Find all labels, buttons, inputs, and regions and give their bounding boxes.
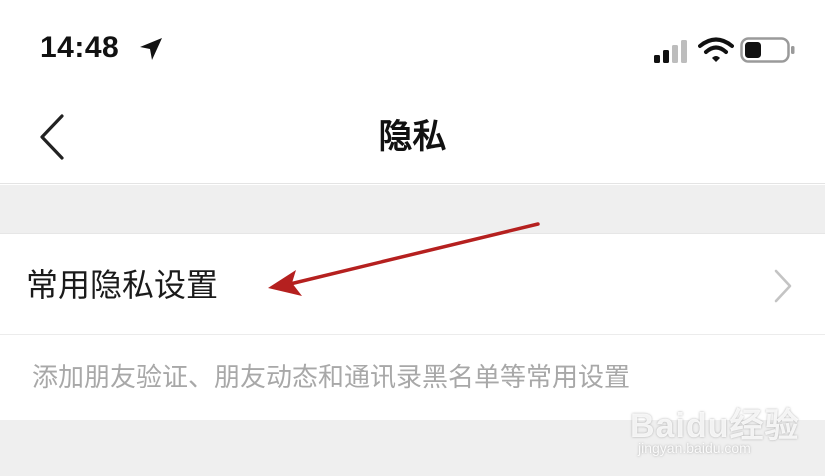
section-gap <box>0 185 825 233</box>
baidu-watermark: Baidu经验 jingyan.baidu.com <box>630 398 800 468</box>
status-bar: 14:48 <box>0 0 825 90</box>
description-text: 添加朋友验证、朋友动态和通讯录黑名单等常用设置 <box>32 363 631 393</box>
nav-bar: 隐私 <box>0 90 825 184</box>
battery-icon <box>740 37 795 63</box>
location-arrow-icon <box>140 38 162 60</box>
chevron-right-icon <box>774 269 792 303</box>
page-title: 隐私 <box>378 117 447 157</box>
back-button[interactable] <box>30 112 76 162</box>
chevron-left-icon <box>40 114 64 160</box>
wifi-icon <box>698 37 734 62</box>
common-privacy-settings-row[interactable]: 常用隐私设置 <box>0 233 825 335</box>
watermark-url: jingyan.baidu.com <box>638 440 751 456</box>
status-time: 14:48 <box>40 31 120 64</box>
row-label: 常用隐私设置 <box>26 266 219 304</box>
cellular-signal-icon <box>654 40 687 63</box>
